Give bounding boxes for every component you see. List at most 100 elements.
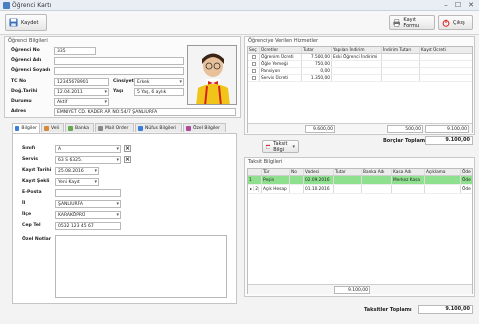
installments-total-label: Taksitler Toplamı bbox=[364, 307, 412, 313]
student-photo[interactable] bbox=[187, 45, 237, 105]
installment-type: Açık Hesap bbox=[262, 185, 290, 193]
table-row[interactable]: Servis Ücreti 1.350,00 bbox=[248, 75, 472, 82]
pay-button[interactable]: Öde bbox=[461, 185, 472, 193]
fee-discount[interactable] bbox=[332, 75, 382, 81]
exit-label: Çıkış bbox=[453, 19, 465, 26]
tab-mail-order[interactable]: Mail Order bbox=[95, 123, 134, 132]
service-select[interactable]: 63 S 6325. bbox=[55, 156, 121, 164]
installments-footer-amount: 9.100,00 bbox=[334, 286, 370, 294]
installment-cash bbox=[392, 185, 425, 193]
footer-registration: 9.100,00 bbox=[425, 125, 469, 133]
table-row[interactable]: ▸ 2 Açık Hesap 01.10.2016 Öde bbox=[248, 185, 472, 194]
city-label: İl bbox=[22, 201, 26, 206]
reg-type-label: Kayıt Şekli bbox=[22, 179, 50, 184]
table-row[interactable]: Öğrenim Ücreti 7.500,00 Eski Öğrenci İnd… bbox=[248, 54, 472, 61]
age-label: Yaşı bbox=[113, 89, 124, 94]
district-label: İlçe bbox=[22, 212, 32, 217]
exit-button[interactable]: Çıkış bbox=[438, 15, 473, 30]
installment-no bbox=[290, 176, 304, 184]
student-no-field[interactable]: 335 bbox=[54, 47, 96, 55]
student-name-label: Öğrenci Adı bbox=[11, 58, 42, 63]
header-pay: Öde bbox=[462, 170, 471, 175]
clear-class-button[interactable]: × bbox=[124, 145, 131, 152]
bank-icon bbox=[68, 125, 73, 131]
tc-no-field[interactable]: 12345678901 bbox=[54, 78, 109, 86]
tab-registry[interactable]: Nüfus Bilgileri bbox=[135, 123, 182, 132]
tab-bank-label: Banka bbox=[75, 125, 89, 131]
header-due: Vadesi bbox=[304, 169, 334, 175]
notes-field[interactable] bbox=[55, 235, 227, 298]
address-label: Adres bbox=[11, 109, 26, 114]
status-select[interactable]: Aktif bbox=[54, 98, 109, 106]
chevron-down-icon[interactable]: ▾ bbox=[292, 144, 295, 150]
fee-registration bbox=[420, 75, 472, 81]
reg-date-field[interactable]: 25.08.2016 bbox=[55, 167, 99, 175]
table-row[interactable]: Pansiyon 0,00 bbox=[248, 68, 472, 75]
student-photo-image bbox=[188, 46, 236, 104]
footer-discount-amount: 500,00 bbox=[387, 125, 423, 133]
row-checkbox[interactable] bbox=[252, 55, 256, 59]
installments-header: Tür No Vadesi Tutar Banka Adı Kasa Adı A… bbox=[248, 169, 472, 176]
address-field[interactable]: EMNIYET CD. KADER AP. NO:54/7 ŞANLIURFA bbox=[54, 108, 236, 116]
mobile-field[interactable]: 0532 123 45 67 bbox=[55, 222, 121, 230]
tab-private[interactable]: Özel Bilgiler bbox=[183, 123, 226, 132]
header-discount-amount: İndirim Tutarı bbox=[382, 47, 420, 53]
email-field[interactable] bbox=[55, 189, 121, 197]
fee-registration bbox=[420, 61, 472, 67]
student-surname-field[interactable] bbox=[54, 67, 184, 75]
fee-name: Öğrenim Ücreti bbox=[260, 54, 302, 60]
printer-icon bbox=[393, 18, 401, 27]
save-button[interactable]: Kaydet bbox=[5, 14, 47, 31]
registration-form-button[interactable]: Kayıt Formu bbox=[389, 15, 435, 30]
reg-type-select[interactable]: Yeni Kayıt bbox=[55, 178, 99, 186]
registry-icon bbox=[138, 125, 143, 131]
installment-info-button[interactable]: Taksit Bilgi ▾ bbox=[262, 140, 299, 153]
table-row[interactable]: Öğle Yemeği 750,00 bbox=[248, 61, 472, 68]
row-checkbox[interactable] bbox=[252, 69, 256, 73]
gender-label: Cinsiyet bbox=[113, 79, 134, 84]
header-fee: Ücretler bbox=[260, 47, 302, 53]
services-footer: 9.600,00 500,00 9.100,00 bbox=[248, 123, 472, 133]
minimize-button[interactable]: – bbox=[440, 1, 452, 10]
student-surname-label: Öğrenci Soyadı bbox=[11, 68, 51, 73]
services-group: Öğrenciye Verilen Hizmetler Seç Ücretler… bbox=[244, 36, 475, 135]
header-description: Açıklama bbox=[425, 169, 461, 175]
fee-amount: 0,00 bbox=[302, 68, 332, 74]
dob-field[interactable]: 12.04.2011 bbox=[54, 88, 109, 96]
tab-info[interactable]: Bilgiler bbox=[12, 123, 40, 133]
fee-discount[interactable] bbox=[332, 61, 382, 67]
gender-select[interactable]: Erkek bbox=[134, 78, 184, 86]
tab-info-label: Bilgiler bbox=[21, 126, 37, 131]
header-bank: Banka Adı bbox=[362, 169, 392, 175]
row-checkbox[interactable] bbox=[252, 76, 256, 80]
installment-bank bbox=[362, 176, 392, 184]
close-button[interactable]: ✕ bbox=[465, 1, 477, 10]
tab-parent[interactable]: Veli bbox=[41, 123, 64, 132]
save-label: Kaydet bbox=[21, 19, 39, 26]
clear-service-button[interactable]: × bbox=[124, 156, 131, 163]
row-checkbox[interactable] bbox=[252, 62, 256, 66]
tab-mail-order-label: Mail Order bbox=[105, 125, 129, 131]
student-name-field[interactable] bbox=[54, 57, 184, 65]
district-select[interactable]: KARAKÖPRÜ bbox=[55, 211, 121, 219]
row-index: ▸ 2 bbox=[248, 185, 262, 193]
installment-description bbox=[425, 176, 461, 184]
header-discount: Yapılan İndirim bbox=[332, 47, 382, 53]
table-row[interactable]: 1 Peşin 02.09.2016 Merkez Kasa Öde bbox=[248, 176, 472, 185]
class-select[interactable]: A bbox=[55, 145, 121, 153]
installment-cash: Merkez Kasa bbox=[392, 176, 425, 184]
mail-icon bbox=[98, 125, 103, 131]
city-select[interactable]: ŞANLIURFA bbox=[55, 200, 121, 208]
tab-registry-label: Nüfus Bilgileri bbox=[145, 125, 177, 131]
debt-total-value: 9.100,00 bbox=[425, 136, 473, 145]
row-index-value: 2 bbox=[254, 187, 260, 192]
services-grid: Seç Ücretler Tutar Yapılan İndirim İndir… bbox=[247, 46, 473, 133]
tab-bank[interactable]: Banka bbox=[65, 123, 94, 132]
service-label: Servis bbox=[22, 157, 38, 162]
reg-date-label: Kayıt Tarihi bbox=[22, 168, 52, 173]
fee-discount[interactable]: Eski Öğrenci İndirimi bbox=[332, 54, 382, 60]
pay-button[interactable]: Öde bbox=[461, 176, 472, 184]
fee-discount[interactable] bbox=[332, 68, 382, 74]
maximize-button[interactable]: ☐ bbox=[452, 1, 464, 10]
registration-form-label: Kayıt Formu bbox=[403, 16, 420, 29]
